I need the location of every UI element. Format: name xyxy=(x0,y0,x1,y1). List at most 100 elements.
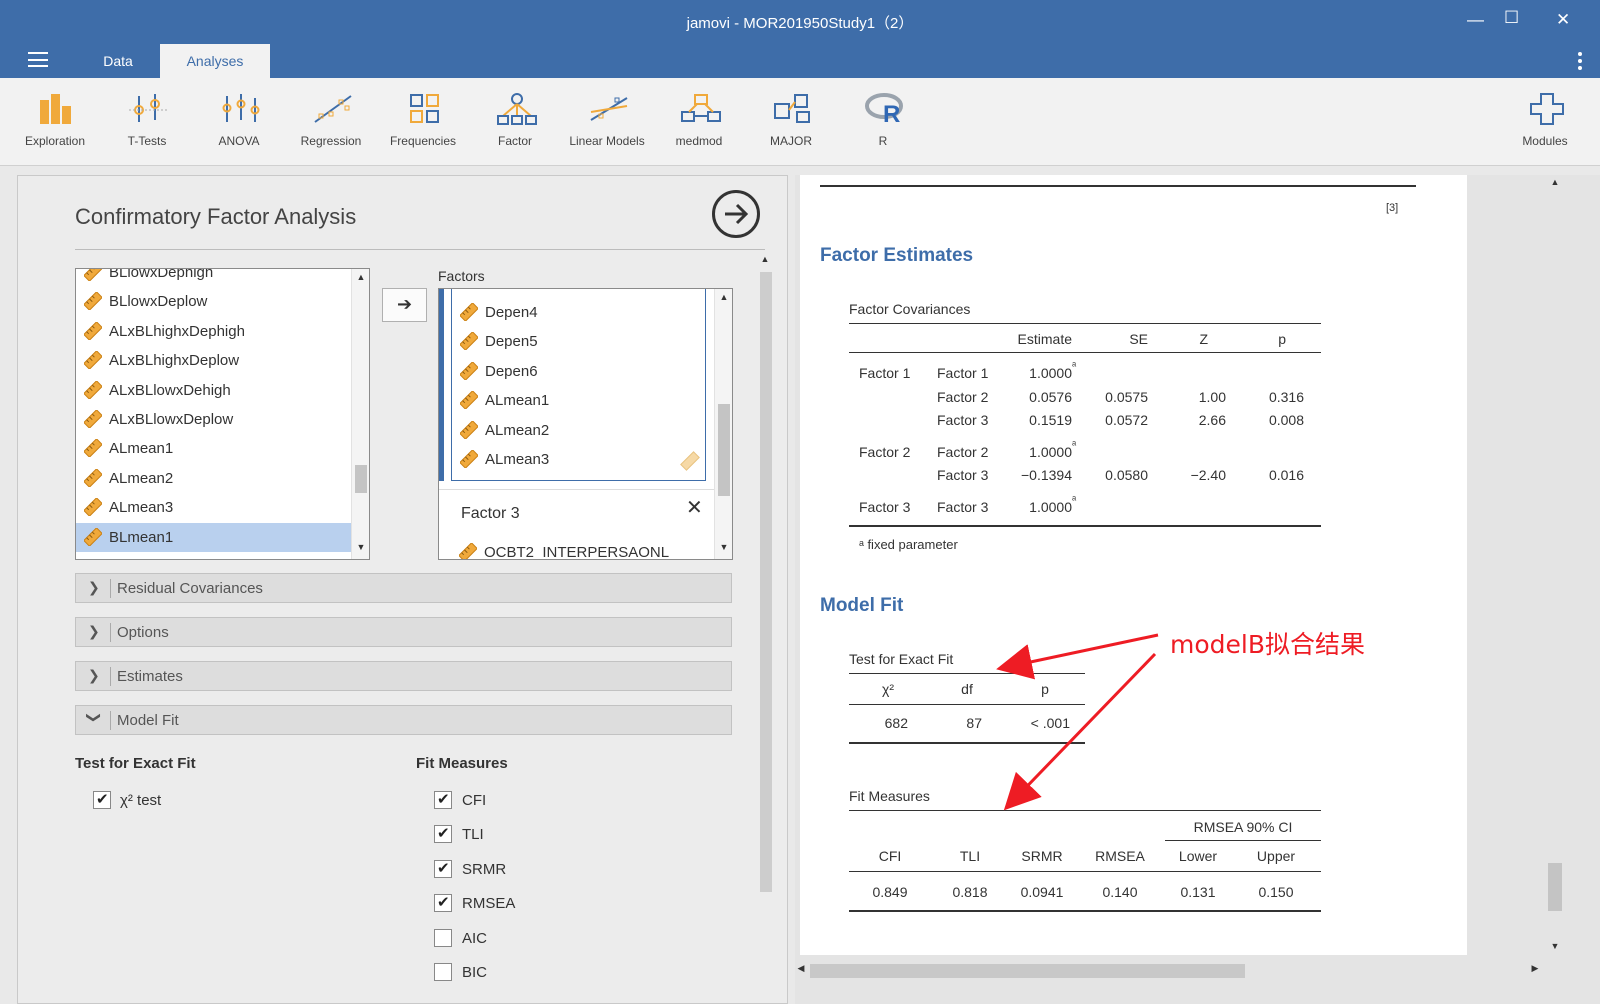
anova-icon xyxy=(222,94,260,122)
fit-measure-label: CFI xyxy=(462,792,487,809)
factor-item[interactable]: ALmean1 xyxy=(452,386,702,415)
rmsea-checkbox[interactable] xyxy=(434,893,452,913)
variable-label: ALmean3 xyxy=(485,451,550,468)
variable-item[interactable]: ALmean2 xyxy=(76,464,351,493)
chevron-down-icon: ❯ xyxy=(86,711,103,724)
factor-item[interactable]: ALmean3 xyxy=(452,445,702,474)
variable-item[interactable]: ALxBLlowxDehigh xyxy=(76,376,351,405)
section-model-fit[interactable]: ❯ Model Fit xyxy=(75,705,732,735)
ribbon-medmod[interactable]: medmod xyxy=(654,78,744,166)
cov-estimate: 0.0576 xyxy=(1029,389,1072,405)
variable-item[interactable]: BLmean1 xyxy=(76,522,351,552)
ribbon-r[interactable]: R R xyxy=(838,78,928,166)
cov-factor-b: Factor 1 xyxy=(937,365,989,381)
aic-checkbox[interactable] xyxy=(434,928,452,947)
ribbon-modules[interactable]: Modules xyxy=(1500,78,1590,166)
model-fit-heading: Model Fit xyxy=(820,595,904,616)
cov-factor-a: Factor 3 xyxy=(859,499,911,515)
ribbon-exploration[interactable]: Exploration xyxy=(10,78,100,166)
maximize-icon[interactable]: ☐ xyxy=(1504,8,1519,28)
variable-item[interactable]: ALxBLhighxDeplow xyxy=(76,346,351,375)
run-analysis-button[interactable] xyxy=(712,190,760,238)
active-factor-indicator xyxy=(439,289,444,481)
variable-item[interactable]: ALmean3 xyxy=(76,493,351,522)
factors-list[interactable]: Depen4 Depen5 Depen6 ALmean1 ALmean2 ALmean3 … xyxy=(438,288,733,560)
ribbon-major[interactable]: MAJOR xyxy=(746,78,836,166)
section-options[interactable]: ❯ Options xyxy=(75,617,732,647)
menu-icon[interactable] xyxy=(28,52,48,67)
factor-estimates-heading: Factor Estimates xyxy=(820,245,974,266)
factor3-name[interactable]: Factor 3 xyxy=(461,505,520,523)
chevron-right-icon: ❯ xyxy=(88,667,100,683)
results-horizontal-scrollbar[interactable]: ◀ ▶ xyxy=(795,961,1545,979)
ribbon-regression[interactable]: Regression xyxy=(286,78,376,166)
factor-item[interactable]: OCBT2_INTERPERSAONL xyxy=(451,538,721,559)
section-estimates[interactable]: ❯ Estimates xyxy=(75,661,732,691)
more-options-icon[interactable] xyxy=(1578,52,1582,73)
variable-item[interactable]: BLlowxDeplow xyxy=(76,287,351,316)
ruler-icon xyxy=(680,451,700,471)
minimize-icon[interactable]: — xyxy=(1467,10,1484,30)
factors-scrollbar[interactable]: ▲ ▼ xyxy=(714,289,732,559)
ruler-icon xyxy=(84,498,102,517)
section-residual-covariances[interactable]: ❯ Residual Covariances xyxy=(75,573,732,603)
factor-item[interactable]: ALmean2 xyxy=(452,416,702,445)
cov-z: 2.66 xyxy=(1198,412,1226,428)
reference-marker[interactable]: [3] xyxy=(1386,202,1398,214)
fit-col-lower: Lower xyxy=(1178,848,1218,864)
remove-factor-icon[interactable]: ✕ xyxy=(686,495,703,520)
col-p: p xyxy=(1278,331,1286,347)
variable-item[interactable]: BLlowxDephigh xyxy=(76,269,351,287)
cov-z: 1.00 xyxy=(1198,389,1226,405)
ribbon-linear-models[interactable]: Linear Models xyxy=(562,78,652,166)
plus-icon xyxy=(1530,93,1564,125)
variable-label: ALxBLlowxDehigh xyxy=(109,381,231,399)
results-vertical-scrollbar[interactable]: ▲ ▼ xyxy=(1545,175,1563,955)
variables-scrollbar[interactable]: ▲ ▼ xyxy=(351,269,369,559)
exploration-icon xyxy=(40,94,71,124)
fit-value: 0.131 xyxy=(1180,884,1216,900)
cov-z: −2.40 xyxy=(1190,467,1226,483)
fit-measures-heading: Fit Measures xyxy=(416,755,508,772)
variable-item[interactable]: ALxBLlowxDeplow xyxy=(76,405,351,434)
ribbon-anova[interactable]: ANOVA xyxy=(194,78,284,166)
ribbon-frequencies[interactable]: Frequencies xyxy=(378,78,468,166)
chi-square-checkbox[interactable] xyxy=(93,790,111,809)
fit-col-rmsea: RMSEA xyxy=(1095,848,1145,864)
fit-measure-label: BIC xyxy=(462,964,488,981)
cov-estimate: 0.1519 xyxy=(1029,412,1072,428)
srmr-checkbox[interactable] xyxy=(434,859,452,878)
factor-item[interactable]: Depen6 xyxy=(452,357,702,386)
fit-measure-label: SRMR xyxy=(462,860,507,878)
cfi-checkbox[interactable] xyxy=(434,790,452,809)
tab-analyses[interactable]: Analyses xyxy=(160,44,270,78)
close-window-icon[interactable]: ✕ xyxy=(1556,10,1570,30)
factors-label: Factors xyxy=(438,268,485,284)
factor-item[interactable]: Depen5 xyxy=(452,327,702,356)
options-scrollbar[interactable]: ▲ ▼ xyxy=(756,252,774,1003)
chi-square-label: χ² test xyxy=(120,792,162,809)
variable-label: BLmean1 xyxy=(109,528,174,546)
variable-item[interactable]: ALmean1 xyxy=(76,434,351,463)
factor-icon xyxy=(497,93,537,125)
cov-footnote-marker: ᵃ xyxy=(1072,439,1077,451)
ribbon-ttests[interactable]: T-Tests xyxy=(102,78,192,166)
fit-value: 0.140 xyxy=(1102,884,1138,900)
cov-p: 0.316 xyxy=(1268,389,1304,405)
cov-estimate: 1.0000 xyxy=(1029,365,1072,381)
cov-footnote-marker: ᵃ xyxy=(1072,494,1077,506)
variables-list[interactable]: BLlowxDephigh BLlowxDeplow ALxBLhighxDephi… xyxy=(75,268,370,560)
move-to-factor-button[interactable]: ➔ xyxy=(382,288,427,322)
tab-data[interactable]: Data xyxy=(78,44,158,78)
bic-checkbox[interactable] xyxy=(434,963,452,981)
main-tabs: Data Analyses xyxy=(0,44,1600,78)
variable-item[interactable]: ALxBLhighxDephigh xyxy=(76,317,351,346)
fit-measure-label: AIC xyxy=(462,929,488,947)
ribbon-factor[interactable]: Factor xyxy=(470,78,560,166)
cov-se: 0.0580 xyxy=(1105,467,1148,483)
arrow-right-icon: ➔ xyxy=(396,294,413,314)
tli-checkbox[interactable] xyxy=(434,824,452,844)
exact-fit-caption: Test for Exact Fit xyxy=(849,651,954,667)
factor-items-box[interactable]: Depen4 Depen5 Depen6 ALmean1 ALmean2 ALmean3 xyxy=(451,289,706,481)
factor-item[interactable]: Depen4 xyxy=(452,298,702,327)
